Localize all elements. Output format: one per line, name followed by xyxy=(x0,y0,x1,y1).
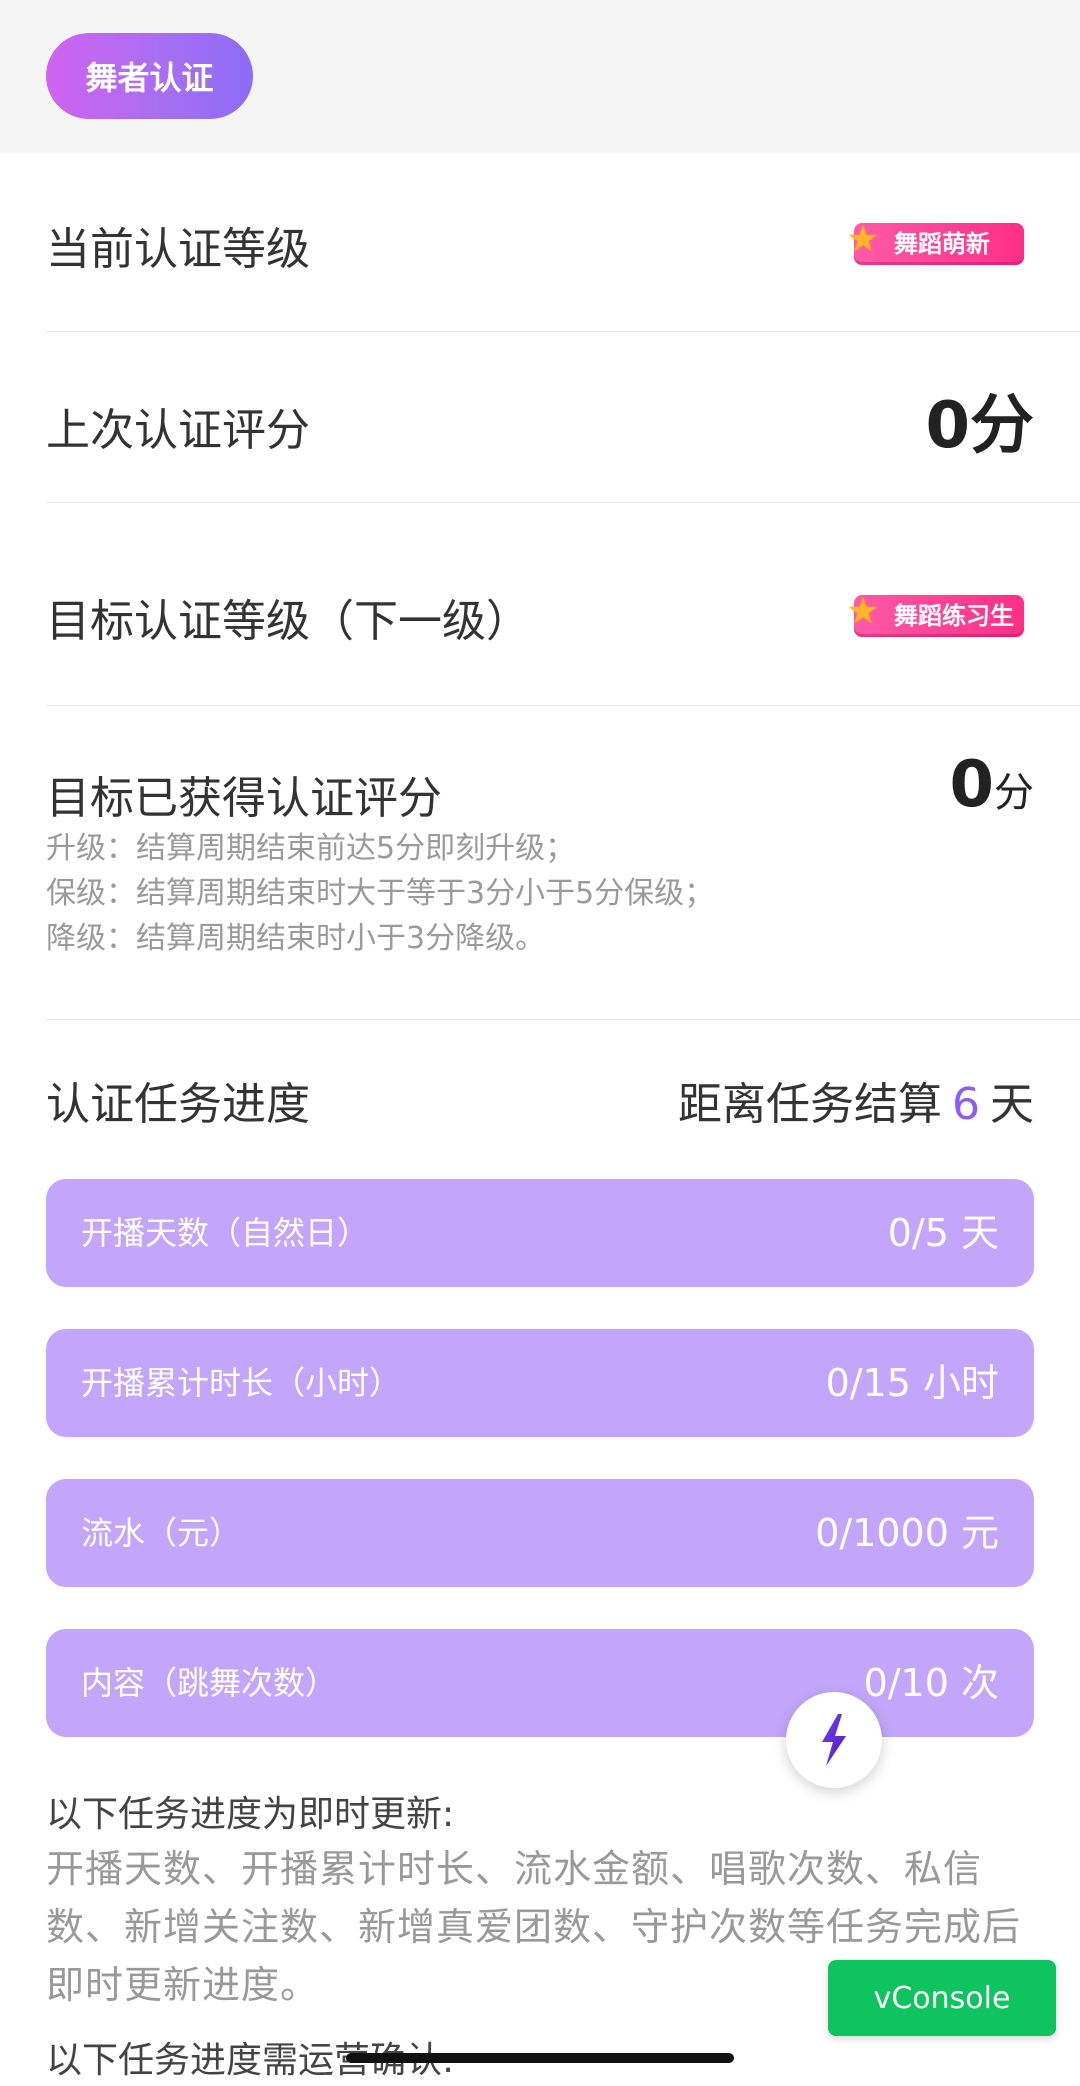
divider xyxy=(46,705,1080,706)
home-indicator xyxy=(346,2053,734,2063)
rules-list: 升级：结算周期结束前达5分即刻升级； 保级：结算周期结束时大于等于3分小于5分保… xyxy=(46,826,714,961)
rule-downgrade: 降级：结算周期结束时小于3分降级。 xyxy=(46,921,546,956)
current-level-badge: ★ 舞蹈萌新 xyxy=(847,219,1024,265)
settlement-countdown: 距离任务结算 6 天 xyxy=(678,1079,1034,1130)
last-score-value: 0分 xyxy=(925,389,1034,463)
target-score-value: 0分 xyxy=(949,748,1034,822)
rule-upgrade: 升级：结算周期结束前达5分即刻升级； xyxy=(46,831,576,866)
divider xyxy=(46,1019,1080,1020)
floating-action-button[interactable] xyxy=(786,1692,882,1788)
task-card-dance-count[interactable]: 内容（跳舞次数） 0/10 次 xyxy=(46,1629,1034,1737)
top-bar: 舞者认证 xyxy=(0,0,1080,153)
current-level-row: 当前认证等级 ★ 舞蹈萌新 xyxy=(46,153,1080,331)
target-level-row: 目标认证等级（下一级） ★ 舞蹈练习生 xyxy=(46,503,1080,705)
lightning-icon xyxy=(822,1714,846,1766)
rule-keep: 保级：结算周期结束时大于等于3分小于5分保级； xyxy=(46,876,715,911)
dancer-certification-tab[interactable]: 舞者认证 xyxy=(46,33,253,119)
countdown-days: 6 xyxy=(952,1079,980,1130)
task-progress-title: 认证任务进度 xyxy=(46,1079,310,1130)
vconsole-button[interactable]: vConsole xyxy=(828,1960,1056,2036)
task-card-live-hours[interactable]: 开播累计时长（小时） 0/15 小时 xyxy=(46,1329,1034,1437)
task-card-revenue[interactable]: 流水（元） 0/1000 元 xyxy=(46,1479,1034,1587)
current-level-label: 当前认证等级 xyxy=(46,224,310,275)
star-icon: ★ xyxy=(846,219,880,260)
target-level-badge: ★ 舞蹈练习生 xyxy=(847,591,1024,637)
target-score-label: 目标已获得认证评分 xyxy=(46,773,442,824)
task-card-live-days[interactable]: 开播天数（自然日） 0/5 天 xyxy=(46,1179,1034,1287)
instant-update-title: 以下任务进度为即时更新: xyxy=(46,1794,455,1835)
target-level-label: 目标认证等级（下一级） xyxy=(46,596,530,647)
last-score-row: 上次认证评分 0分 xyxy=(46,332,1080,502)
last-score-label: 上次认证评分 xyxy=(46,405,310,456)
star-icon: ★ xyxy=(846,591,880,632)
